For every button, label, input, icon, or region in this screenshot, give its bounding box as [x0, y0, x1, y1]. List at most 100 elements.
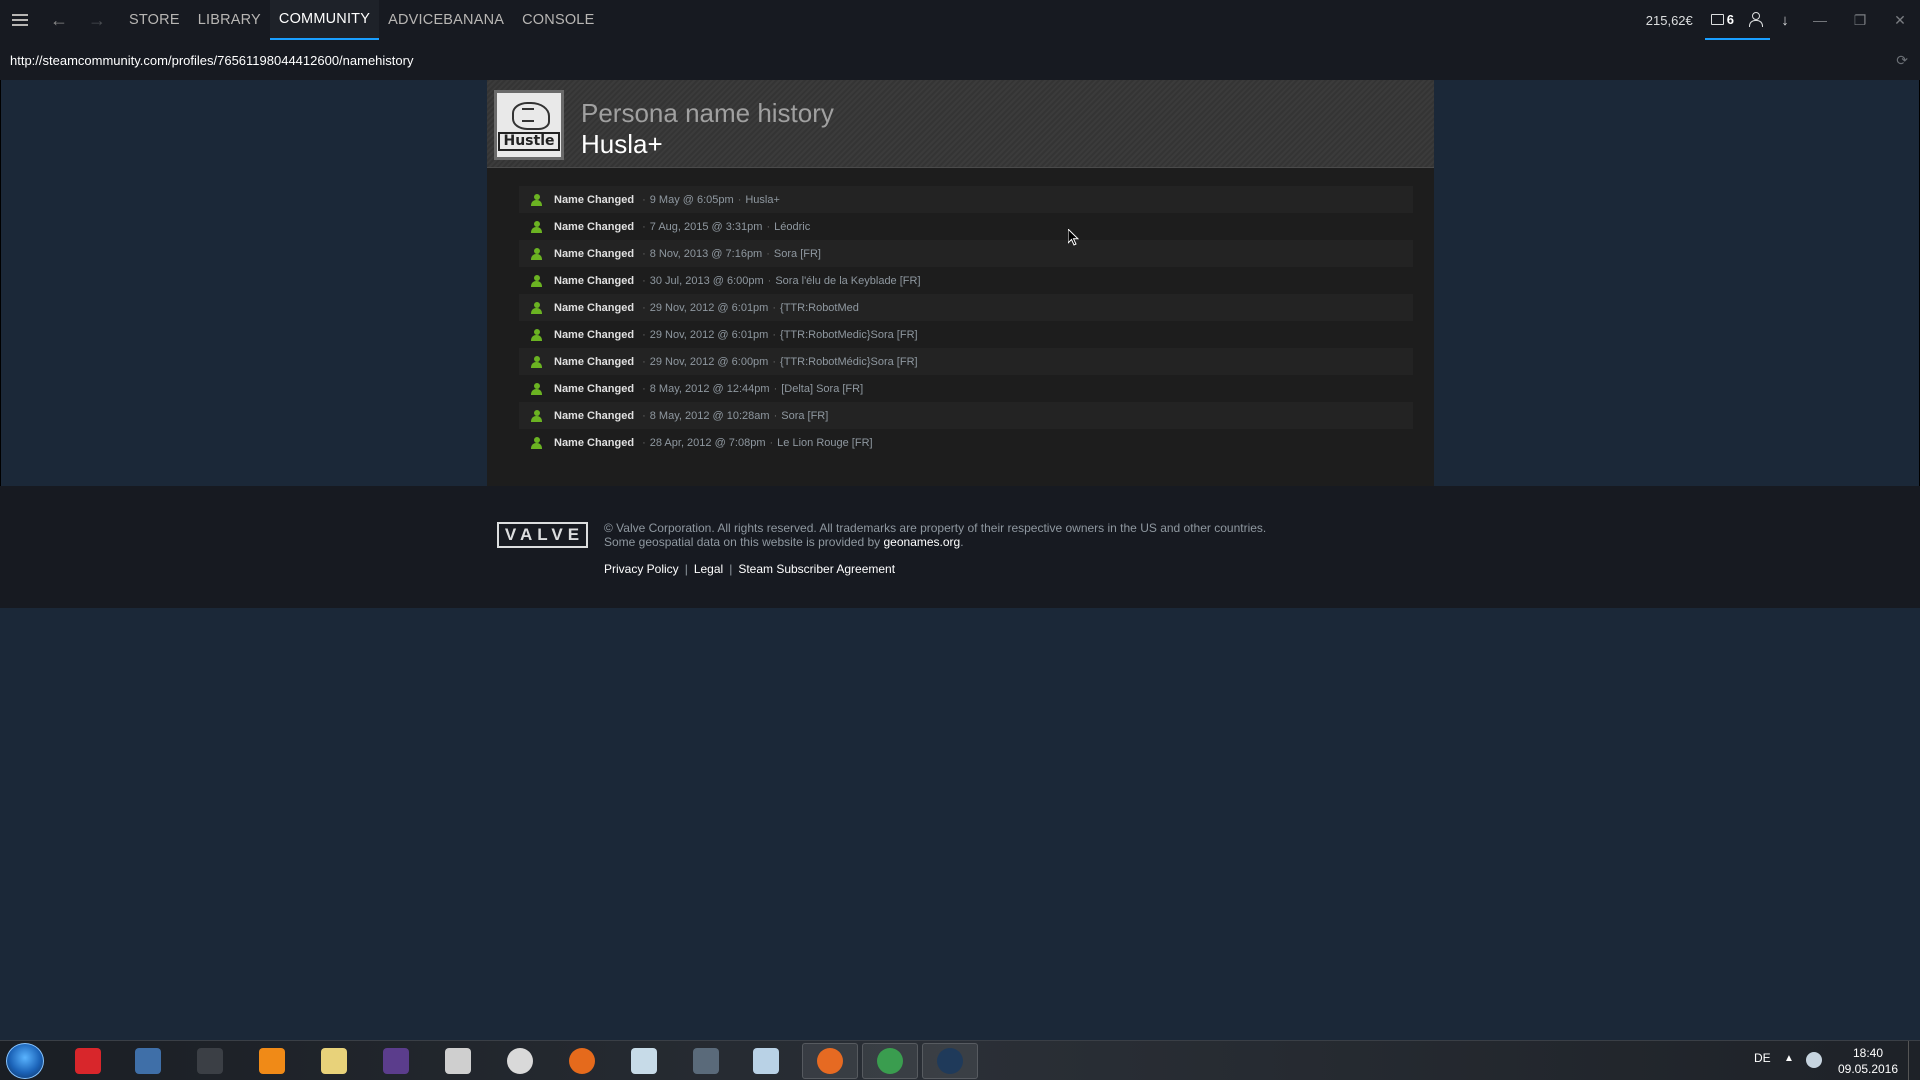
wallet-balance[interactable]: 215,62€	[1646, 13, 1693, 28]
history-date: 8 May, 2012 @ 12:44pm	[649, 382, 770, 395]
close-button[interactable]: ✕	[1880, 0, 1920, 40]
downloads-button[interactable]: ↓	[1770, 0, 1800, 40]
user-icon	[531, 355, 542, 368]
subscriber-agreement-link[interactable]: Steam Subscriber Agreement	[738, 562, 895, 576]
history-row: Name Changed · 8 Nov, 2013 @ 7:16pm · Sora […	[519, 240, 1413, 267]
qr-app-taskbar-button[interactable]	[430, 1043, 486, 1079]
menu-button[interactable]	[0, 0, 40, 40]
calculator-taskbar-button[interactable]	[616, 1043, 672, 1079]
history-date: 9 May @ 6:05pm	[649, 193, 734, 206]
show-desktop-button[interactable]	[1908, 1041, 1920, 1080]
history-separator: ·	[772, 355, 777, 368]
chrome-icon	[877, 1048, 903, 1074]
windows-taskbar: DE ▲ 18:40 09.05.2016	[0, 1040, 1920, 1080]
tray-steam-icon[interactable]	[1806, 1052, 1822, 1068]
history-name: Sora l'élu de la Keyblade [FR]	[775, 274, 921, 287]
nav-community[interactable]: COMMUNITY	[269, 0, 380, 40]
history-name: Sora [FR]	[773, 247, 821, 260]
history-separator: ·	[767, 274, 772, 287]
history-separator: ·	[773, 409, 778, 422]
firefox-icon	[817, 1048, 843, 1074]
history-date: 8 May, 2012 @ 10:28am	[649, 409, 770, 422]
history-label: Name Changed	[554, 355, 635, 368]
history-date: 29 Nov, 2012 @ 6:01pm	[649, 301, 769, 314]
steam-icon	[937, 1048, 963, 1074]
history-label: Name Changed	[554, 220, 635, 233]
history-separator: ·	[642, 328, 646, 341]
paper-app-taskbar-button[interactable]	[738, 1043, 794, 1079]
legal-link[interactable]: Legal	[694, 562, 723, 576]
system-clock[interactable]: 18:40 09.05.2016	[1828, 1045, 1908, 1077]
history-separator: ·	[773, 382, 778, 395]
tray-expand-icon[interactable]: ▲	[1784, 1053, 1794, 1064]
thunderbird-taskbar-button[interactable]	[120, 1043, 176, 1079]
notifications-button[interactable]: 6	[1704, 0, 1740, 40]
chat-bubble-icon	[1710, 13, 1724, 25]
red-star-app-taskbar-button[interactable]	[60, 1043, 116, 1079]
terminal-taskbar-button[interactable]	[182, 1043, 238, 1079]
user-icon	[531, 382, 542, 395]
valve-logo[interactable]: VALVE	[497, 522, 588, 548]
geonames-link[interactable]: geonames.org	[884, 535, 961, 549]
history-name: Husla+	[745, 193, 780, 206]
nav-console[interactable]: CONSOLE	[513, 0, 603, 40]
back-button[interactable]: ←	[40, 0, 78, 40]
user-icon	[531, 436, 542, 449]
sync-app-taskbar-button[interactable]	[554, 1043, 610, 1079]
history-label: Name Changed	[554, 328, 635, 341]
history-separator: ·	[642, 382, 646, 395]
history-row: Name Changed · 29 Nov, 2012 @ 6:00pm · {TTR:…	[519, 348, 1413, 375]
start-button[interactable]	[6, 1043, 44, 1079]
avatar[interactable]: Hustle	[494, 90, 564, 160]
hamburger-icon	[12, 14, 28, 26]
notepad-taskbar-button[interactable]	[306, 1043, 362, 1079]
history-separator: ·	[642, 301, 646, 314]
history-row: Name Changed · 8 May, 2012 @ 12:44pm · [Delt…	[519, 375, 1413, 402]
disk-utility-taskbar-button[interactable]	[678, 1043, 734, 1079]
legal-line-2: Some geospatial data on this website is …	[604, 535, 1266, 549]
forward-button[interactable]: →	[78, 0, 116, 40]
qr-app-icon	[445, 1048, 471, 1074]
disk-utility-icon	[693, 1048, 719, 1074]
nav-store[interactable]: STORE	[120, 0, 189, 40]
history-date: 28 Apr, 2012 @ 7:08pm	[649, 436, 766, 449]
persona-name[interactable]: Husla+	[581, 129, 663, 160]
privacy-policy-link[interactable]: Privacy Policy	[604, 562, 679, 576]
history-separator: ·	[642, 274, 646, 287]
vlc-taskbar-button[interactable]	[244, 1043, 300, 1079]
restore-icon: ❐	[1853, 11, 1867, 28]
history-separator: ·	[642, 193, 646, 206]
history-name: Léodric	[774, 220, 811, 233]
reload-icon[interactable]: ⟳	[1896, 52, 1908, 69]
thunderbird-icon	[135, 1048, 161, 1074]
history-row: Name Changed · 29 Nov, 2012 @ 6:01pm · {TTR:…	[519, 321, 1413, 348]
maximize-button[interactable]: ❐	[1840, 0, 1880, 40]
url-bar: http://steamcommunity.com/profiles/76561…	[0, 40, 1920, 80]
legal-text: © Valve Corporation. All rights reserved…	[604, 521, 1266, 549]
history-row: Name Changed · 28 Apr, 2012 @ 7:08pm · Le Li…	[519, 429, 1413, 456]
footer-separator: |	[729, 562, 733, 576]
user-icon	[531, 328, 542, 341]
firefox-taskbar-button[interactable]	[802, 1043, 858, 1079]
language-indicator[interactable]: DE	[1754, 1051, 1771, 1065]
top-navigation: STORE LIBRARY COMMUNITY ADVICEBANANA CON…	[120, 0, 603, 40]
user-icon	[531, 301, 542, 314]
history-date: 30 Jul, 2013 @ 6:00pm	[649, 274, 764, 287]
minimize-button[interactable]: —	[1800, 0, 1840, 40]
nav-library[interactable]: LIBRARY	[189, 0, 270, 40]
nav-profile[interactable]: ADVICEBANANA	[379, 0, 513, 40]
steam-taskbar-button[interactable]	[922, 1043, 978, 1079]
history-separator: ·	[772, 328, 777, 341]
arrow-right-icon: →	[88, 9, 106, 30]
steam-top-bar: ← → STORE LIBRARY COMMUNITY ADVICEBANANA…	[0, 0, 1920, 40]
friends-button[interactable]	[1740, 0, 1770, 40]
notepad-icon	[321, 1048, 347, 1074]
history-row: Name Changed · 7 Aug, 2015 @ 3:31pm · Léodri…	[519, 213, 1413, 240]
url-text[interactable]: http://steamcommunity.com/profiles/76561…	[10, 53, 413, 68]
mega-taskbar-button[interactable]	[492, 1043, 548, 1079]
tex-editor-taskbar-button[interactable]	[368, 1043, 424, 1079]
top-right-controls: 215,62€ 6 ↓ — ❐ ✕	[1646, 0, 1920, 40]
history-separator: ·	[766, 220, 771, 233]
chrome-taskbar-button[interactable]	[862, 1043, 918, 1079]
user-icon	[1749, 12, 1763, 27]
